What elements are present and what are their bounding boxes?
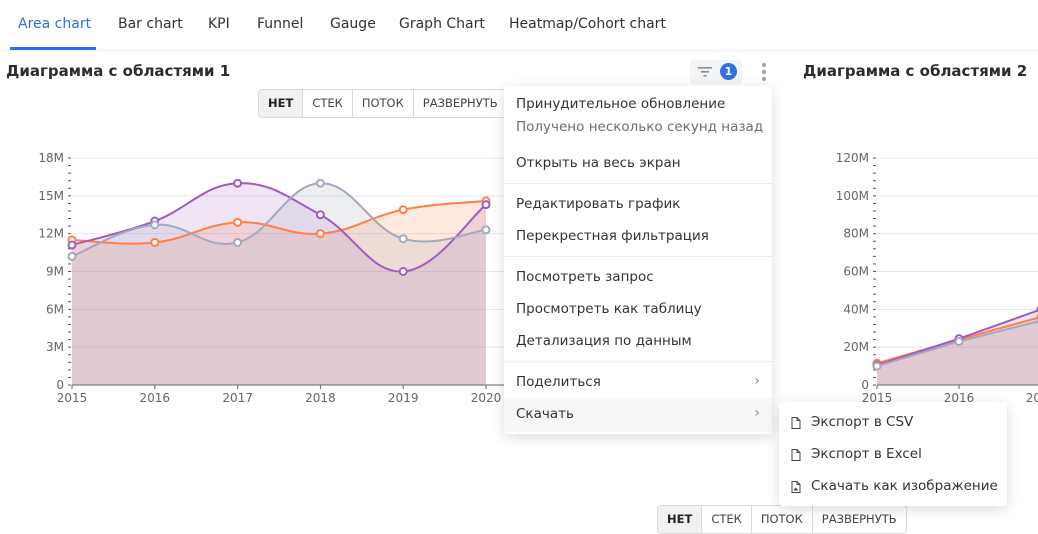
data-point-orange bbox=[400, 206, 407, 213]
menu-cross-filter[interactable]: Перекрестная фильтрация bbox=[516, 228, 709, 244]
y-tick-label: 12M bbox=[38, 227, 64, 241]
chart-options-menu: Принудительное обновление Получено неско… bbox=[504, 86, 772, 434]
data-point-gray bbox=[874, 363, 881, 370]
y-tick-label: 20M bbox=[843, 340, 869, 354]
stack-option-expand[interactable]: РАЗВЕРНУТЬ bbox=[813, 506, 906, 533]
y-tick-label: 3M bbox=[46, 340, 64, 354]
chart2-title: Диаграмма с областями 2 bbox=[803, 62, 1027, 80]
menu-edit-chart[interactable]: Редактировать график bbox=[516, 196, 680, 212]
series-area-gray bbox=[877, 321, 1038, 385]
chart1-title: Диаграмма с областями 1 bbox=[6, 62, 230, 80]
menu-share-label: Поделиться bbox=[516, 374, 601, 390]
chart1-stack-selector: НЕТ СТЕК ПОТОК РАЗВЕРНУТЬ bbox=[258, 89, 508, 118]
tab-kpi[interactable]: KPI bbox=[208, 16, 230, 32]
menu-divider bbox=[504, 183, 772, 184]
chart2-stack-selector: НЕТ СТЕК ПОТОК РАЗВЕРНУТЬ bbox=[657, 505, 907, 534]
tab-bar-chart[interactable]: Bar chart bbox=[118, 16, 183, 32]
download-submenu: Экспорт в CSV Экспорт в Excel Скачать ка… bbox=[779, 402, 1007, 506]
data-point-orange bbox=[234, 219, 241, 226]
menu-drill-to-detail[interactable]: Детализация по данным bbox=[516, 333, 692, 349]
y-tick-label: 0 bbox=[56, 378, 64, 392]
data-point-gray bbox=[483, 226, 490, 233]
data-point-gray bbox=[151, 221, 158, 228]
chart-type-tabs: Area chart Bar chart KPI Funnel Gauge Gr… bbox=[0, 0, 1038, 51]
chart2-area-chart: 020M40M60M80M100M120M201520162017 bbox=[790, 140, 1038, 415]
export-csv-label: Экспорт в CSV bbox=[811, 414, 913, 430]
data-point-gray bbox=[956, 338, 963, 345]
data-point-orange bbox=[151, 239, 158, 246]
y-tick-label: 120M bbox=[836, 151, 869, 165]
y-tick-label: 9M bbox=[46, 265, 64, 279]
y-tick-label: 0 bbox=[861, 378, 869, 392]
y-tick-label: 18M bbox=[38, 151, 64, 165]
menu-view-as-table[interactable]: Просмотреть как таблицу bbox=[516, 301, 702, 317]
data-point-gray bbox=[234, 239, 241, 246]
data-point-purple bbox=[317, 211, 324, 218]
data-point-purple bbox=[234, 180, 241, 187]
filter-icon bbox=[698, 66, 712, 78]
menu-divider bbox=[504, 361, 772, 362]
active-tab-indicator bbox=[10, 47, 96, 50]
more-options-button[interactable] bbox=[758, 60, 770, 84]
data-point-gray bbox=[69, 253, 76, 260]
y-tick-label: 60M bbox=[843, 265, 869, 279]
data-point-purple bbox=[483, 201, 490, 208]
stack-option-none[interactable]: НЕТ bbox=[658, 506, 702, 533]
stack-option-stack[interactable]: СТЕК bbox=[303, 90, 353, 117]
data-point-gray bbox=[317, 180, 324, 187]
menu-share[interactable]: Поделиться › bbox=[516, 374, 760, 390]
y-tick-label: 6M bbox=[46, 302, 64, 316]
stack-option-stream[interactable]: ПОТОК bbox=[353, 90, 414, 117]
file-icon bbox=[791, 417, 801, 429]
y-tick-label: 100M bbox=[836, 189, 869, 203]
menu-force-refresh[interactable]: Принудительное обновление bbox=[516, 96, 725, 112]
menu-download[interactable]: Скачать › bbox=[516, 406, 760, 422]
menu-fullscreen[interactable]: Открыть на весь экран bbox=[516, 155, 681, 171]
chevron-right-icon: › bbox=[754, 373, 760, 389]
menu-divider bbox=[504, 256, 772, 257]
chart1-area-chart: 0 3M 6M 9M 12M 15M 18M 2015 2016 2017 2018 2019 2020 bbox=[0, 140, 520, 415]
y-tick-label: 15M bbox=[38, 189, 64, 203]
export-excel-label: Экспорт в Excel bbox=[811, 446, 922, 462]
stack-option-none[interactable]: НЕТ bbox=[259, 90, 303, 117]
stack-option-stack[interactable]: СТЕК bbox=[702, 506, 752, 533]
image-file-icon bbox=[791, 481, 801, 493]
menu-view-query[interactable]: Посмотреть запрос bbox=[516, 269, 654, 285]
menu-download-label: Скачать bbox=[516, 406, 574, 422]
file-icon bbox=[791, 449, 801, 461]
tab-area-chart[interactable]: Area chart bbox=[18, 16, 91, 32]
chevron-right-icon: › bbox=[754, 405, 760, 421]
filter-indicator-button[interactable]: 1 bbox=[690, 60, 742, 84]
stack-option-expand[interactable]: РАЗВЕРНУТЬ bbox=[414, 90, 507, 117]
tab-funnel[interactable]: Funnel bbox=[257, 16, 303, 32]
data-point-purple bbox=[400, 268, 407, 275]
x-tick-label: 2016 bbox=[140, 391, 171, 405]
x-tick-label: 2019 bbox=[388, 391, 419, 405]
stack-option-stream[interactable]: ПОТОК bbox=[752, 506, 813, 533]
tab-gauge[interactable]: Gauge bbox=[330, 16, 376, 32]
x-tick-label: 2017 bbox=[1026, 391, 1038, 405]
x-tick-label: 2018 bbox=[305, 391, 336, 405]
filter-count-badge: 1 bbox=[720, 63, 737, 80]
tab-heatmap-cohort[interactable]: Heatmap/Cohort chart bbox=[509, 16, 666, 32]
data-point-purple bbox=[69, 242, 76, 249]
data-point-orange bbox=[317, 230, 324, 237]
y-tick-label: 80M bbox=[843, 227, 869, 241]
x-tick-label: 2015 bbox=[57, 391, 88, 405]
x-tick-label: 2017 bbox=[222, 391, 253, 405]
y-tick-label: 40M bbox=[843, 302, 869, 316]
data-point-gray bbox=[400, 235, 407, 242]
x-tick-label: 2020 bbox=[471, 391, 502, 405]
tab-graph-chart[interactable]: Graph Chart bbox=[399, 16, 485, 32]
menu-fetched-time: Получено несколько секунд назад bbox=[516, 119, 763, 135]
download-image-label: Скачать как изображение bbox=[811, 478, 998, 494]
